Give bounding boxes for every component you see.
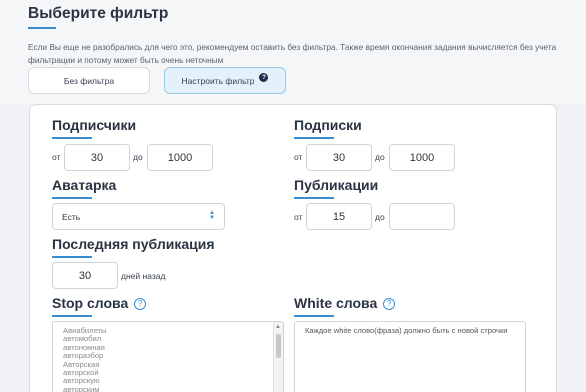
posts-to-label: до [375, 212, 385, 222]
select-arrows-icon: ▲ ▼ [209, 210, 215, 221]
white-words-title: White слова [294, 295, 378, 311]
followers-from-input[interactable]: 30 [64, 144, 130, 171]
scroll-thumb[interactable] [276, 334, 281, 358]
followers-label: Подписчики [52, 117, 137, 133]
posts-to-input[interactable] [389, 203, 455, 230]
no-filter-button[interactable]: Без фильтра [28, 67, 150, 94]
stop-words-label: Stop слова? [52, 295, 147, 312]
white-words-placeholder: Каждое white слово(фраза) должно быть с … [305, 326, 508, 335]
avatar-select[interactable]: Есть ▲ ▼ [52, 203, 225, 230]
white-words-label: White слова? [294, 295, 396, 312]
stop-words-underline [52, 315, 92, 317]
avatar-label: Аватарка [52, 177, 117, 193]
followers-from-label: от [52, 152, 61, 162]
avatar-underline [52, 197, 92, 199]
filter-hint-text: Если Вы еще не разобрались для чего это,… [28, 42, 557, 65]
last-post-days-input[interactable]: 30 [52, 262, 118, 289]
last-post-label: Последняя публикация [52, 236, 215, 252]
custom-filter-button[interactable]: Настроить фильтр ? [164, 67, 286, 94]
following-to-label: до [375, 152, 385, 162]
stop-words-scrollbar[interactable]: ▲ [273, 322, 283, 392]
no-filter-label: Без фильтра [63, 75, 115, 86]
following-from-label: от [294, 152, 303, 162]
posts-label: Публикации [294, 177, 379, 193]
title-underline [28, 27, 56, 29]
stop-words-textarea[interactable]: Авиабилеты автомобил автономная авторазбор А… [52, 321, 284, 392]
avatar-select-value: Есть [62, 211, 81, 222]
help-icon[interactable]: ? [259, 73, 269, 82]
posts-underline [294, 197, 334, 199]
stop-words-list: Авиабилеты автомобил автономная авторазбор А… [63, 326, 273, 392]
help-circle-icon[interactable]: ? [134, 297, 147, 310]
following-to-input[interactable]: 1000 [389, 144, 455, 171]
followers-to-input[interactable]: 1000 [147, 144, 213, 171]
last-post-underline [52, 256, 92, 258]
following-from-input[interactable]: 30 [306, 144, 372, 171]
stop-word-item: авторским [63, 384, 100, 392]
posts-from-input[interactable]: 15 [306, 203, 372, 230]
help-circle-icon[interactable]: ? [383, 297, 396, 310]
stop-words-title: Stop слова [52, 295, 129, 311]
following-label: Подписки [294, 117, 362, 133]
white-words-textarea[interactable]: Каждое white слово(фраза) должно быть с … [294, 321, 526, 392]
page-title: Выберите фильтр [28, 5, 169, 22]
followers-to-label: до [133, 152, 143, 162]
last-post-suffix: дней назад [121, 271, 166, 281]
following-underline [294, 137, 334, 139]
posts-from-label: от [294, 212, 303, 222]
followers-underline [52, 137, 92, 139]
custom-filter-label: Настроить фильтр [181, 75, 255, 86]
white-words-underline [294, 315, 334, 317]
scroll-up-icon[interactable]: ▲ [275, 323, 281, 331]
